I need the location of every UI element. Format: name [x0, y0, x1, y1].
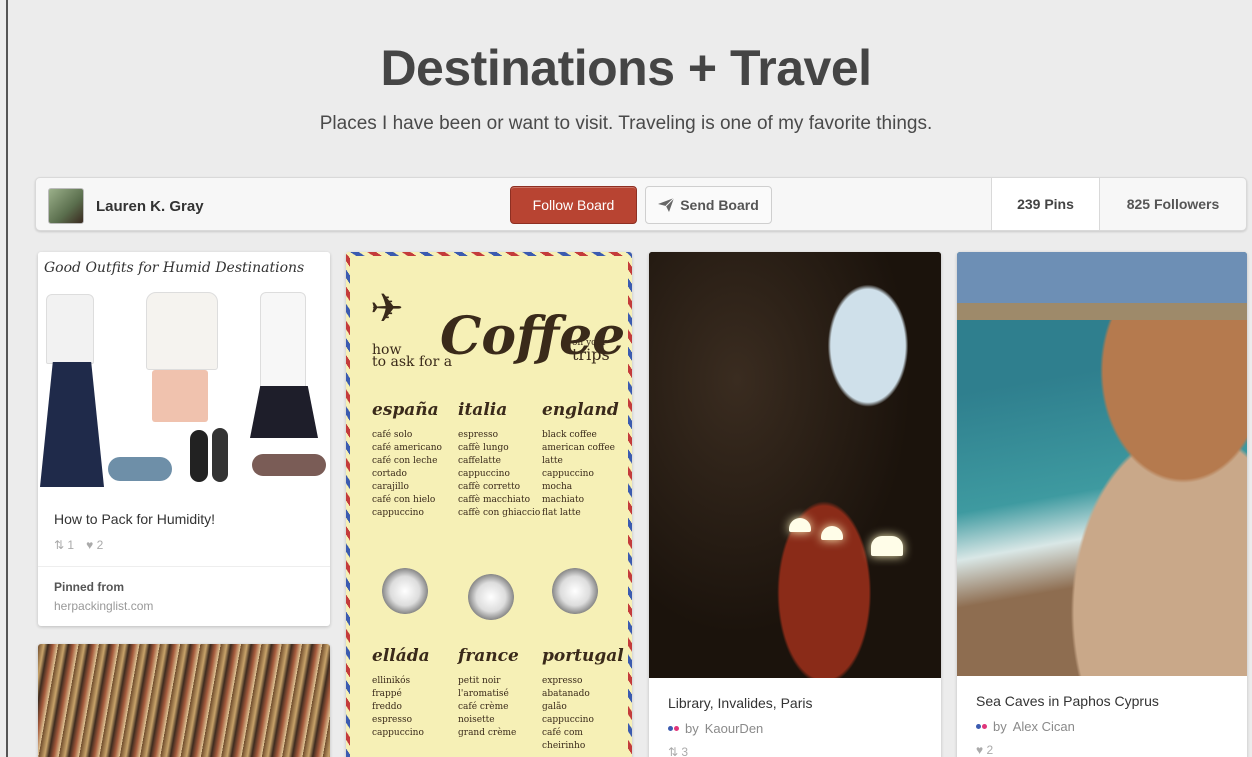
- credit-name[interactable]: Alex Cican: [1013, 719, 1075, 734]
- pin-description[interactable]: How to Pack for Humidity!: [54, 510, 215, 528]
- pin-stats: ♥ 2: [976, 743, 993, 757]
- pin-stats: ⇅ 3: [668, 745, 688, 757]
- board-toolbar: Lauren K. Gray Follow Board Send Board 2…: [35, 177, 1247, 231]
- credit-name[interactable]: KaourDen: [705, 721, 764, 736]
- lamp-illustration: [871, 536, 903, 556]
- pin-description[interactable]: Sea Caves in Paphos Cyprus: [976, 692, 1159, 710]
- heart-icon: ♥: [86, 538, 94, 552]
- repin-icon: ⇅: [668, 745, 679, 757]
- coffee-column-france: france petit noir l'aromatisé café crème…: [458, 646, 519, 739]
- pin-stats: ⇅ 1 ♥ 2: [54, 538, 103, 552]
- followers-count-tab[interactable]: 825 Followers: [1099, 178, 1246, 230]
- coffee-column-italy: italia espresso caffè lungo caffelatte c…: [458, 400, 541, 519]
- board-owner[interactable]: Lauren K. Gray: [48, 188, 204, 224]
- repin-count: ⇅ 3: [668, 745, 689, 757]
- send-board-label: Send Board: [680, 197, 759, 213]
- pinned-from-label: Pinned from: [54, 580, 125, 594]
- pin-credit[interactable]: by KaourDen: [668, 721, 763, 736]
- send-board-button[interactable]: Send Board: [645, 186, 772, 224]
- flickr-icon: [668, 726, 679, 731]
- like-count: ♥ 2: [976, 743, 994, 757]
- pins-count-tab[interactable]: 239 Pins: [991, 178, 1099, 230]
- coffee-cup-illustration: [468, 574, 514, 620]
- coffee-column-spain: españa café solo café americano café con…: [372, 400, 442, 519]
- repin-count: ⇅ 1: [54, 538, 75, 552]
- pin-card[interactable]: Good Outfits for Humid Destinations How …: [38, 252, 330, 626]
- lamp-illustration: [789, 518, 811, 532]
- board-description: Places I have been or want to visit. Tra…: [319, 113, 933, 134]
- heart-icon: ♥: [976, 743, 984, 757]
- repin-icon: ⇅: [54, 538, 65, 552]
- pin-credit[interactable]: by Alex Cican: [976, 719, 1075, 734]
- pin-image-caption: Good Outfits for Humid Destinations: [44, 260, 305, 276]
- pin-card[interactable]: Sea Caves in Paphos Cyprus by Alex Cican…: [957, 252, 1247, 757]
- pin-image[interactable]: ✈ how to ask for a Coffee on your trips …: [346, 252, 632, 757]
- coffee-column-england: england black coffee american coffee lat…: [542, 400, 619, 519]
- board-title: Destinations + Travel: [380, 40, 872, 96]
- follow-board-button[interactable]: Follow Board: [510, 186, 637, 224]
- coffee-column-greece: elláda ellinikós frappé freddo espresso …: [372, 646, 430, 739]
- pin-image[interactable]: Good Outfits for Humid Destinations: [38, 252, 330, 494]
- pin-image[interactable]: [649, 252, 941, 678]
- flickr-icon: [976, 724, 987, 729]
- airplane-icon: ✈: [370, 287, 404, 331]
- pin-image[interactable]: [38, 644, 330, 757]
- pin-card[interactable]: ✈ how to ask for a Coffee on your trips …: [346, 252, 632, 757]
- board-header: Destinations + Travel Places I have been…: [0, 0, 1252, 136]
- pin-source-link[interactable]: herpackinglist.com: [54, 599, 153, 613]
- divider: [38, 566, 330, 567]
- like-count: ♥ 2: [86, 538, 104, 552]
- coffee-cup-illustration: [552, 568, 598, 614]
- lamp-illustration: [821, 526, 843, 540]
- coffee-cup-illustration: [382, 568, 428, 614]
- owner-name[interactable]: Lauren K. Gray: [96, 198, 204, 215]
- coffee-column-portugal: portugal expresso abatanado galão cappuc…: [542, 646, 624, 752]
- pin-image[interactable]: [957, 252, 1247, 676]
- pin-card[interactable]: Library, Invalides, Paris by KaourDen ⇅ …: [649, 252, 941, 757]
- paper-plane-icon: [658, 198, 675, 212]
- coffee-trips-text: on your trips: [572, 338, 610, 364]
- pin-card[interactable]: [38, 644, 330, 757]
- avatar[interactable]: [48, 188, 84, 224]
- pin-description[interactable]: Library, Invalides, Paris: [668, 694, 812, 712]
